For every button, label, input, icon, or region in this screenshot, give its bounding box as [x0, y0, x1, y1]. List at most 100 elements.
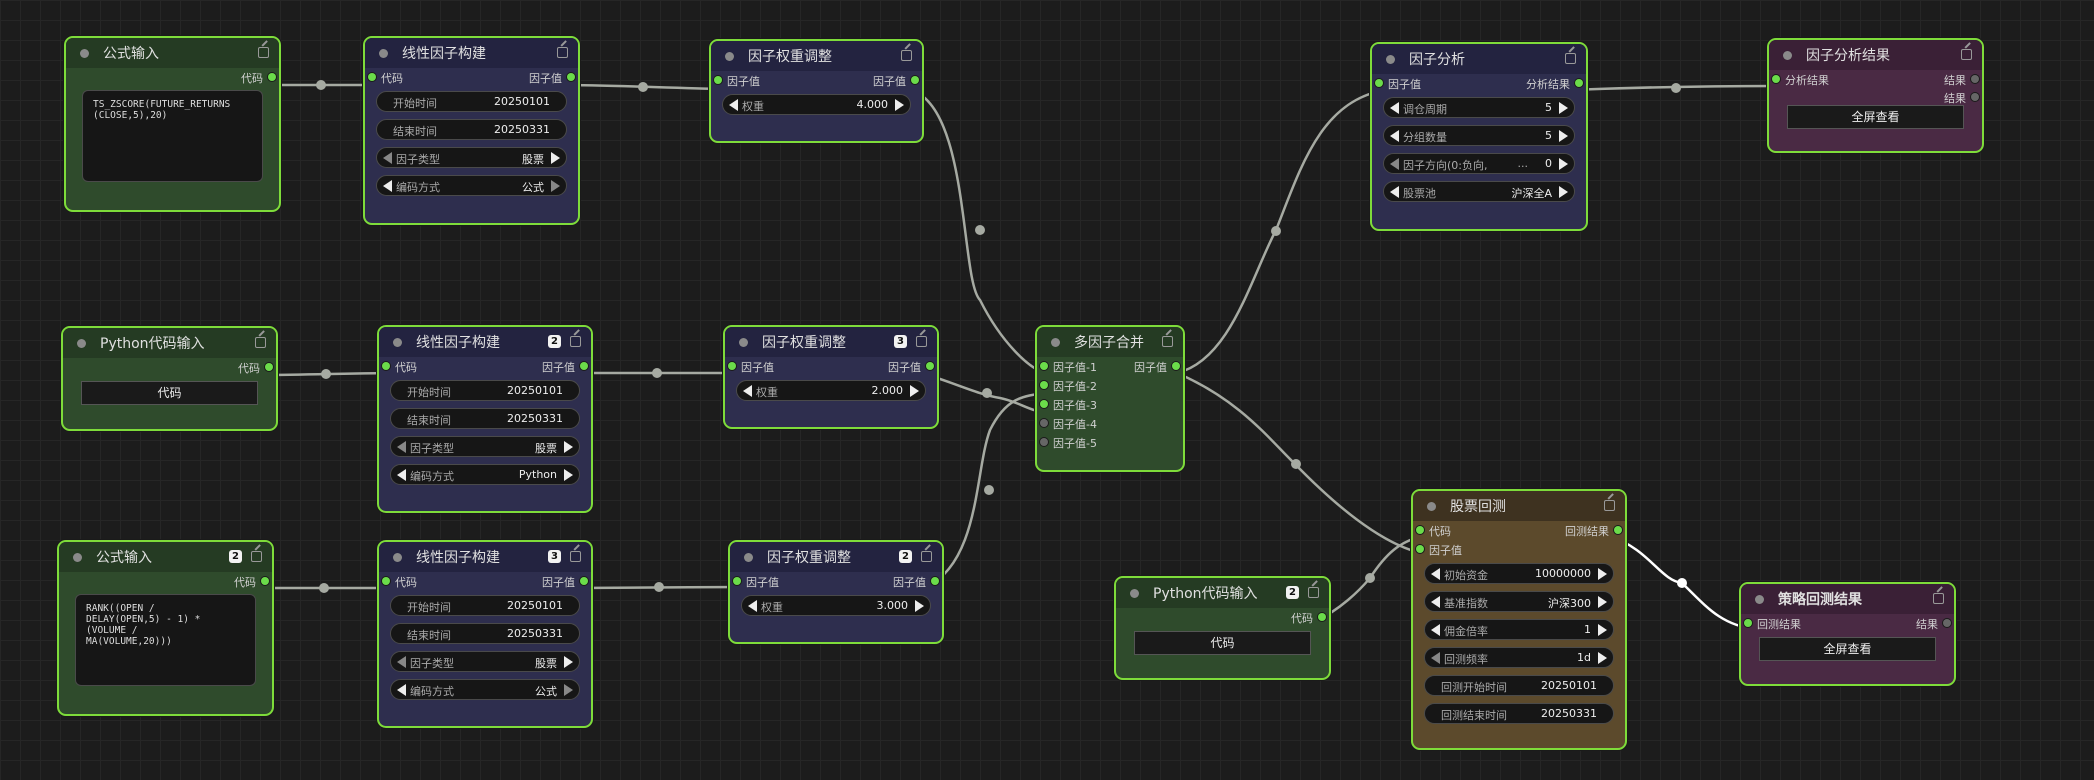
chevron-right-icon[interactable]: [564, 684, 573, 696]
encoding-combo[interactable]: 编码方式 公式: [376, 175, 567, 196]
chevron-left-icon[interactable]: [383, 152, 392, 164]
node-strategy-backtest-result[interactable]: 策略回测结果 回测结果 结果 全屏查看: [1739, 582, 1956, 686]
collapse-dot-icon[interactable]: [1783, 50, 1792, 60]
chevron-right-icon[interactable]: [1559, 158, 1568, 170]
end-time-field[interactable]: 结束时间 20250331: [390, 408, 580, 429]
input-port[interactable]: [714, 76, 722, 84]
input-slot[interactable]: 因子值-2: [1037, 378, 1183, 393]
output-port[interactable]: [926, 362, 934, 370]
weight-stepper[interactable]: 权重 2.000: [736, 380, 926, 401]
edit-icon[interactable]: [1961, 49, 1972, 60]
input-port[interactable]: [1040, 419, 1048, 427]
output-port[interactable]: [265, 363, 273, 371]
chevron-left-icon[interactable]: [397, 684, 406, 696]
io-slot[interactable]: 分析结果 结果: [1769, 72, 1982, 87]
node-header[interactable]: 因子分析结果: [1769, 40, 1982, 70]
node-factor-analysis-result[interactable]: 因子分析结果 分析结果 结果 结果 全屏查看: [1767, 38, 1984, 153]
chevron-right-icon[interactable]: [564, 441, 573, 453]
io-slot[interactable]: 代码 因子值: [365, 70, 578, 85]
weight-stepper[interactable]: 权重 4.000: [722, 94, 911, 115]
chevron-right-icon[interactable]: [895, 99, 904, 111]
node-linear-factor-build[interactable]: 线性因子构建 2 代码 因子值 开始时间 20250101 结束时间 2025033…: [377, 325, 593, 513]
stock-pool-combo[interactable]: 股票池 沪深全A: [1383, 181, 1575, 202]
node-header[interactable]: 线性因子构建: [365, 38, 578, 68]
chevron-left-icon[interactable]: [383, 180, 392, 192]
encoding-combo[interactable]: 编码方式 Python: [390, 464, 580, 485]
output-port[interactable]: [1971, 75, 1979, 83]
input-port[interactable]: [1040, 438, 1048, 446]
chevron-right-icon[interactable]: [1598, 596, 1607, 608]
factor-direction-stepper[interactable]: 因子方向(0:负向,... 0: [1383, 153, 1575, 174]
input-port[interactable]: [1040, 400, 1048, 408]
chevron-left-icon[interactable]: [1431, 652, 1440, 664]
node-factor-analysis[interactable]: 因子分析 因子值 分析结果 调仓周期 5 分组数量 5 因子方向(0:负向,... 0…: [1370, 42, 1588, 231]
initial-capital-stepper[interactable]: 初始资金 10000000: [1424, 563, 1614, 584]
edit-icon[interactable]: [916, 336, 927, 347]
chevron-left-icon[interactable]: [1390, 186, 1399, 198]
input-port[interactable]: [1772, 75, 1780, 83]
collapse-dot-icon[interactable]: [744, 552, 753, 562]
edit-icon[interactable]: [1565, 53, 1576, 64]
edit-icon[interactable]: [901, 50, 912, 61]
chevron-left-icon[interactable]: [397, 656, 406, 668]
input-port[interactable]: [382, 577, 390, 585]
node-factor-weight[interactable]: 因子权重调整 3 因子值 因子值 权重 2.000: [723, 325, 939, 429]
collapse-dot-icon[interactable]: [393, 552, 402, 562]
io-slot[interactable]: 因子值 分析结果: [1372, 76, 1586, 91]
weight-stepper[interactable]: 权重 3.000: [741, 595, 931, 616]
benchmark-combo[interactable]: 基准指数 沪深300: [1424, 591, 1614, 612]
node-header[interactable]: 线性因子构建 2: [379, 327, 591, 357]
chevron-left-icon[interactable]: [1431, 624, 1440, 636]
node-header[interactable]: Python代码输入 2: [1116, 578, 1329, 608]
output-slot[interactable]: 结果: [1769, 90, 1982, 105]
output-port[interactable]: [268, 73, 276, 81]
node-header[interactable]: 策略回测结果: [1741, 584, 1954, 614]
node-header[interactable]: 公式输入 2: [59, 542, 272, 572]
edit-icon[interactable]: [570, 336, 581, 347]
input-port[interactable]: [1416, 545, 1424, 553]
output-port[interactable]: [261, 577, 269, 585]
end-time-field[interactable]: 结束时间 20250331: [376, 119, 567, 140]
collapse-dot-icon[interactable]: [1386, 54, 1395, 64]
code-button[interactable]: 代码: [1134, 631, 1311, 655]
node-header[interactable]: 因子权重调整: [711, 41, 922, 71]
input-slot[interactable]: 因子值-5: [1037, 435, 1183, 450]
output-port[interactable]: [911, 76, 919, 84]
chevron-left-icon[interactable]: [1390, 130, 1399, 142]
output-port[interactable]: [1575, 79, 1583, 87]
code-button[interactable]: 代码: [81, 381, 258, 405]
chevron-right-icon[interactable]: [1559, 186, 1568, 198]
chevron-right-icon[interactable]: [564, 469, 573, 481]
chevron-right-icon[interactable]: [1559, 130, 1568, 142]
collapse-dot-icon[interactable]: [1427, 501, 1436, 511]
rebalance-period-stepper[interactable]: 调仓周期 5: [1383, 97, 1575, 118]
chevron-right-icon[interactable]: [1559, 102, 1568, 114]
chevron-right-icon[interactable]: [551, 152, 560, 164]
io-slot[interactable]: 代码 因子值: [379, 359, 591, 374]
chevron-right-icon[interactable]: [551, 180, 560, 192]
node-header[interactable]: 股票回测: [1413, 491, 1625, 521]
chevron-left-icon[interactable]: [397, 469, 406, 481]
output-slot[interactable]: 代码: [66, 70, 279, 85]
input-port[interactable]: [1744, 619, 1752, 627]
chevron-right-icon[interactable]: [1598, 652, 1607, 664]
edit-icon[interactable]: [258, 47, 269, 58]
edit-icon[interactable]: [251, 551, 262, 562]
node-header[interactable]: 多因子合并: [1037, 327, 1183, 357]
start-time-field[interactable]: 开始时间 20250101: [390, 380, 580, 401]
node-python-input[interactable]: Python代码输入 代码 代码: [61, 326, 278, 431]
node-header[interactable]: 因子分析: [1372, 44, 1586, 74]
node-header[interactable]: Python代码输入: [63, 328, 276, 358]
edit-icon[interactable]: [1604, 500, 1615, 511]
node-linear-factor-build[interactable]: 线性因子构建 3 代码 因子值 开始时间 20250101 结束时间 2025033…: [377, 540, 593, 728]
collapse-dot-icon[interactable]: [725, 51, 734, 61]
code-editor[interactable]: RANK((OPEN / DELAY(OPEN,5) - 1) * (VOLUM…: [75, 594, 256, 686]
output-slot[interactable]: 代码: [63, 360, 276, 375]
node-header[interactable]: 公式输入: [66, 38, 279, 68]
node-header[interactable]: 因子权重调整 2: [730, 542, 942, 572]
io-slot[interactable]: 因子值 因子值: [725, 359, 937, 374]
collapse-dot-icon[interactable]: [80, 48, 89, 58]
input-port[interactable]: [382, 362, 390, 370]
backtest-start-field[interactable]: 回测开始时间 20250101: [1424, 675, 1614, 696]
chevron-left-icon[interactable]: [743, 385, 752, 397]
